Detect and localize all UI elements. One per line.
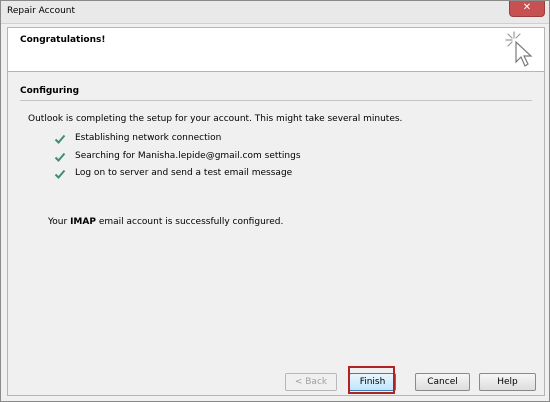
dialog-content: Congratulations! Configuring Outlook is … (7, 27, 545, 396)
cancel-button[interactable]: Cancel (415, 373, 470, 391)
close-icon: ✕ (522, 2, 532, 13)
header-title: Congratulations! (20, 35, 106, 45)
section-title: Configuring (20, 86, 80, 96)
help-button[interactable]: Help (479, 373, 536, 391)
check-icon (54, 134, 66, 144)
section-divider (20, 100, 532, 101)
success-suffix: email account is successfully configured… (95, 217, 284, 227)
header-banner: Congratulations! (8, 28, 544, 72)
close-button[interactable]: ✕ (509, 1, 545, 17)
success-prefix: Your (48, 217, 71, 227)
check-icon (54, 169, 66, 179)
repair-account-dialog: Repair Account ✕ Congratulations! Config… (0, 0, 550, 402)
check-icon (54, 152, 66, 162)
account-type: IMAP (70, 217, 96, 227)
finish-highlight-box (348, 366, 395, 394)
step-label: Log on to server and send a test email m… (75, 168, 293, 178)
dialog-body: Configuring Outlook is completing the se… (8, 72, 544, 395)
cursor-click-icon (505, 31, 533, 67)
step-label: Establishing network connection (75, 133, 222, 143)
step-label: Searching for Manisha.lepide@gmail.com s… (75, 151, 301, 161)
title-bar[interactable]: Repair Account ✕ (1, 1, 549, 24)
success-message: Your IMAP email account is successfully … (48, 217, 283, 227)
intro-text: Outlook is completing the setup for your… (28, 114, 403, 124)
window-title: Repair Account (7, 6, 76, 16)
back-button[interactable]: < Back (285, 373, 337, 391)
